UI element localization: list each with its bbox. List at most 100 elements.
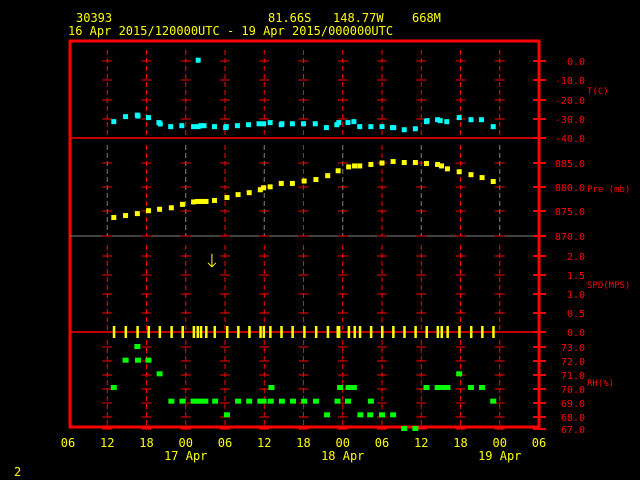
rh-point (467, 385, 474, 390)
temperature-point (351, 119, 357, 125)
rh-point (350, 385, 357, 390)
temperature-point (391, 125, 397, 131)
rh-point (246, 398, 253, 404)
pressure-point (456, 169, 462, 175)
wind-speed-bar (303, 326, 306, 338)
wind-speed-bar (199, 326, 203, 338)
rh-point (324, 412, 331, 418)
rh-point (357, 412, 364, 418)
temperature-point (246, 122, 252, 128)
rh-point (212, 398, 219, 404)
y-tick-label: -30.0 (555, 115, 585, 126)
rh-point (267, 398, 274, 404)
temperature-point (195, 57, 201, 63)
pressure-point (439, 163, 445, 169)
rh-point (438, 385, 445, 390)
station-longitude: 148.77W (333, 11, 384, 25)
wind-speed-bar (192, 326, 196, 338)
pressure-point (479, 175, 485, 181)
pressure-point (379, 160, 385, 166)
page-number: 2 (14, 465, 21, 479)
x-tick-label: 00 (179, 436, 193, 450)
rh-point (202, 398, 209, 404)
y-tick-label: 1.0 (567, 290, 585, 301)
y-tick-label: -40.0 (555, 134, 585, 145)
rh-point (235, 398, 242, 404)
x-date-label: 17 Apr (164, 449, 207, 463)
pressure-point (134, 211, 140, 217)
temperature-point (301, 121, 306, 127)
temperature-point (336, 120, 342, 126)
y-tick-label: 0.0 (567, 328, 585, 339)
rh-point (179, 398, 186, 404)
y-tick-label: -20.0 (555, 96, 585, 107)
wind-speed-bar (205, 326, 208, 338)
wind-speed-bar (170, 326, 173, 338)
pressure-point (203, 198, 209, 204)
pressure-point (390, 159, 396, 165)
rh-point (412, 426, 419, 431)
temperature-point (379, 124, 385, 130)
x-tick-label: 18 (139, 436, 153, 450)
x-tick-label: 06 (61, 436, 75, 450)
plot-frame (68, 39, 541, 429)
x-tick-label: 18 (296, 436, 310, 450)
pressure-point (168, 205, 174, 211)
pressure-point (357, 163, 363, 169)
wind-speed-bar (353, 326, 357, 338)
rh-point (379, 412, 385, 418)
pressure-point (423, 160, 429, 166)
x-tick-label: 18 (453, 436, 467, 450)
rh-point (490, 398, 497, 404)
rh-point (156, 371, 163, 377)
wind-speed-bar (425, 326, 428, 338)
plot-canvas: 30393 81.66S 148.77W 668M 16 Apr 2015/12… (14, 11, 630, 479)
wind-speed-bar (314, 326, 318, 338)
temperature-point (261, 121, 267, 127)
temperature-point (401, 127, 407, 133)
rh-point (134, 344, 141, 349)
y-tick-label: 875.0 (555, 207, 585, 218)
temperature-point (368, 124, 374, 130)
wind-speed-bar (381, 326, 384, 338)
station-latitude: 81.66S (268, 11, 311, 25)
temperature-point (444, 119, 450, 125)
rh-point (122, 357, 129, 363)
temperature-point (201, 123, 207, 129)
y-tick-label: 70.0 (561, 385, 585, 396)
station-id: 30393 (76, 11, 112, 25)
wind-speed-bar (403, 326, 406, 338)
temperature-point (135, 113, 141, 119)
temperature-point (123, 114, 129, 120)
wind-speed-bar (213, 326, 217, 338)
rh-point (278, 398, 285, 404)
pressure-point (246, 190, 252, 196)
temperature-point (312, 121, 318, 127)
time-period: 16 Apr 2015/120000UTC - 19 Apr 2015/0000… (68, 24, 393, 38)
rh-point (290, 398, 297, 404)
wind-speed-bar (469, 326, 473, 338)
x-date-label: 19 Apr (478, 449, 521, 463)
wind-speed-bar (347, 326, 351, 338)
pressure-point (346, 164, 352, 170)
temperature-point (157, 121, 163, 127)
y-tick-label: 71.0 (561, 371, 585, 382)
panel-label-relative_humidity: RH(%) (587, 379, 614, 389)
rh-point (168, 398, 175, 404)
rh-point (444, 385, 451, 390)
x-tick-label: 06 (375, 436, 389, 450)
wind-speed-bar (291, 326, 294, 338)
pressure-point (235, 192, 241, 198)
pressure-point (444, 166, 450, 172)
wind-speed-bar (337, 326, 341, 338)
y-tick-label: 72.0 (561, 357, 585, 368)
wind-speed-bar (124, 326, 128, 338)
x-tick-label: 12 (100, 436, 114, 450)
pressure-point (111, 215, 117, 221)
wind-speed-bar (436, 326, 440, 338)
rh-point (110, 385, 117, 390)
rh-point (145, 357, 152, 363)
pressure-point (490, 178, 496, 184)
x-tick-label: 06 (218, 436, 232, 450)
pressure-point (401, 160, 407, 166)
